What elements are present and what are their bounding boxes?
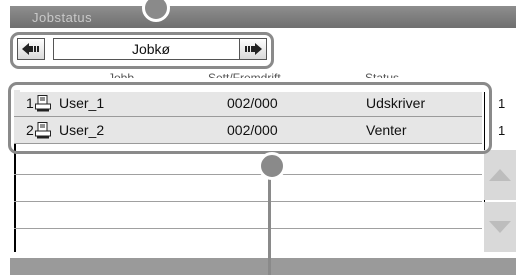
triangle-up-icon — [489, 169, 511, 181]
triangle-down-icon — [489, 221, 511, 233]
window-title: Jobstatus — [32, 10, 93, 25]
jobs-highlight-frame — [8, 82, 492, 154]
empty-row-divider — [14, 228, 482, 229]
jobs-callout-line — [268, 170, 271, 275]
right-row-number: 1 — [498, 96, 506, 111]
nav-highlight-frame — [10, 32, 274, 69]
scroll-down-button[interactable] — [484, 202, 516, 252]
job-status-screen: Jobstatus Jobkø Jobb Sett/Fremdrift Stat… — [0, 0, 516, 275]
empty-row-divider — [14, 201, 482, 202]
jobs-callout-marker — [258, 152, 286, 180]
bottom-bar — [10, 258, 516, 275]
empty-row-divider — [14, 174, 482, 175]
title-bar: Jobstatus — [10, 6, 516, 28]
right-row-number: 1 — [498, 123, 506, 138]
scroll-up-button[interactable] — [484, 150, 516, 200]
